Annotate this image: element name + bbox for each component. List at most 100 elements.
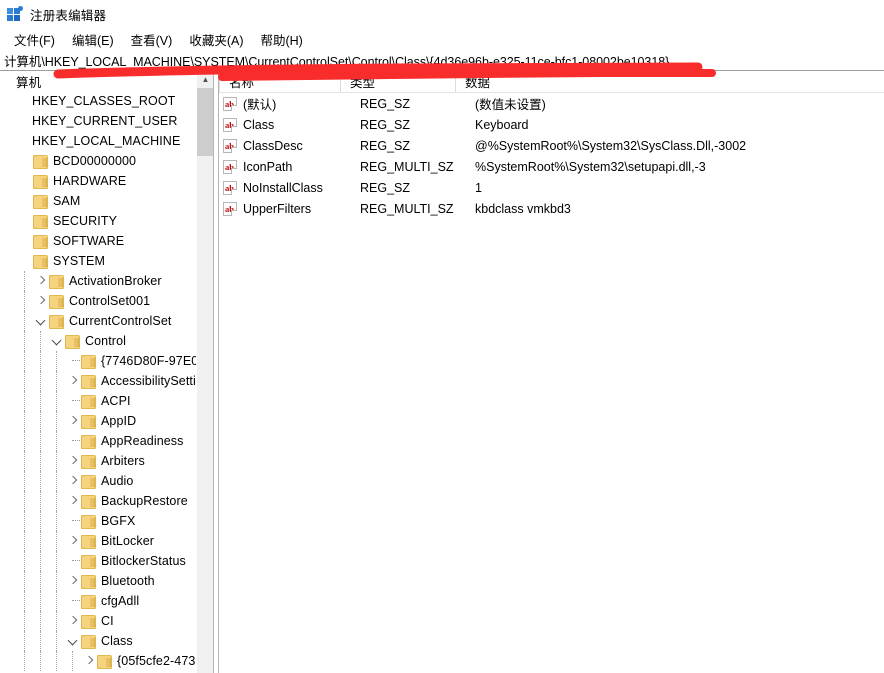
folder-icon bbox=[80, 594, 96, 608]
tree-item[interactable]: SYSTEM bbox=[0, 251, 196, 271]
value-type: REG_SZ bbox=[360, 181, 475, 195]
tree-item[interactable]: HARDWARE bbox=[0, 171, 196, 191]
chevron-right-icon[interactable] bbox=[82, 651, 96, 671]
tree-scrollbar[interactable]: ▲ bbox=[196, 71, 213, 673]
menu-item-favorites[interactable]: 收藏夹(A) bbox=[181, 28, 252, 51]
tree-item[interactable]: 算机 bbox=[0, 71, 196, 91]
column-header-data[interactable]: 数据 bbox=[455, 71, 884, 92]
tree-item[interactable]: BCD00000000 bbox=[0, 151, 196, 171]
folder-icon bbox=[32, 194, 48, 208]
tree-guide-line bbox=[40, 611, 41, 631]
tree-connector-icon bbox=[66, 431, 80, 451]
column-header-type[interactable]: 类型 bbox=[340, 71, 455, 92]
tree-guide-line bbox=[56, 391, 57, 411]
tree-item[interactable]: HKEY_CLASSES_ROOT bbox=[0, 91, 196, 111]
value-list-header: 名称 类型 数据 bbox=[219, 71, 884, 93]
chevron-down-icon[interactable] bbox=[34, 311, 48, 331]
menu-item-view[interactable]: 查看(V) bbox=[123, 28, 182, 51]
value-name: Class bbox=[243, 118, 360, 132]
chevron-right-icon[interactable] bbox=[66, 471, 80, 491]
tree-item[interactable]: CurrentControlSet bbox=[0, 311, 196, 331]
tree-guide-line bbox=[56, 591, 57, 611]
tree-item[interactable]: HKEY_LOCAL_MACHINE bbox=[0, 131, 196, 151]
chevron-right-icon[interactable] bbox=[66, 571, 80, 591]
tree-guide-line bbox=[40, 571, 41, 591]
folder-icon bbox=[64, 334, 80, 348]
value-row[interactable]: ab(默认)REG_SZ(数值未设置) bbox=[219, 93, 884, 114]
tree-connector-icon bbox=[66, 391, 80, 411]
tree-item[interactable]: BitLocker bbox=[0, 531, 196, 551]
chevron-right-icon[interactable] bbox=[66, 611, 80, 631]
tree-guide-line bbox=[56, 571, 57, 591]
folder-icon bbox=[80, 374, 96, 388]
tree-item[interactable]: BitlockerStatus bbox=[0, 551, 196, 571]
tree-item[interactable]: ActivationBroker bbox=[0, 271, 196, 291]
registry-tree[interactable]: 算机HKEY_CLASSES_ROOTHKEY_CURRENT_USERHKEY… bbox=[0, 71, 196, 673]
menu-item-file[interactable]: 文件(F) bbox=[6, 28, 64, 51]
value-name: ClassDesc bbox=[243, 139, 360, 153]
menu-item-help[interactable]: 帮助(H) bbox=[252, 28, 311, 51]
chevron-right-icon[interactable] bbox=[34, 271, 48, 291]
tree-item[interactable]: Class bbox=[0, 631, 196, 651]
chevron-right-icon[interactable] bbox=[66, 371, 80, 391]
tree-item[interactable]: SECURITY bbox=[0, 211, 196, 231]
value-name: IconPath bbox=[243, 160, 360, 174]
tree-item[interactable]: {7746D80F-97E0-4E26 bbox=[0, 351, 196, 371]
tree-item-label: Audio bbox=[101, 474, 133, 488]
menu-item-edit[interactable]: 编辑(E) bbox=[64, 28, 123, 51]
registry-path: 计算机\HKEY_LOCAL_MACHINE\SYSTEM\CurrentCon… bbox=[4, 51, 669, 70]
tree-item[interactable]: SAM bbox=[0, 191, 196, 211]
tree-item[interactable]: HKEY_CURRENT_USER bbox=[0, 111, 196, 131]
address-bar[interactable]: 计算机\HKEY_LOCAL_MACHINE\SYSTEM\CurrentCon… bbox=[0, 50, 884, 71]
tree-connector-icon bbox=[2, 71, 16, 91]
tree-item[interactable]: CI bbox=[0, 611, 196, 631]
title-bar: 注册表编辑器 bbox=[0, 0, 884, 28]
tree-item-label: BCD00000000 bbox=[53, 154, 136, 168]
tree-item[interactable]: ACPI bbox=[0, 391, 196, 411]
tree-item-label: ControlSet001 bbox=[69, 294, 150, 308]
chevron-right-icon[interactable] bbox=[66, 451, 80, 471]
scroll-up-arrow[interactable]: ▲ bbox=[197, 71, 214, 88]
tree-item[interactable]: cfgAdll bbox=[0, 591, 196, 611]
tree-connector-icon bbox=[66, 351, 80, 371]
tree-connector-icon bbox=[18, 231, 32, 251]
value-data: Keyboard bbox=[475, 118, 884, 132]
tree-connector-icon bbox=[66, 551, 80, 571]
tree-item[interactable]: AppID bbox=[0, 411, 196, 431]
tree-item[interactable]: Audio bbox=[0, 471, 196, 491]
tree-guide-line bbox=[56, 411, 57, 431]
chevron-right-icon[interactable] bbox=[34, 291, 48, 311]
chevron-right-icon[interactable] bbox=[66, 531, 80, 551]
chevron-down-icon[interactable] bbox=[66, 631, 80, 651]
chevron-right-icon[interactable] bbox=[66, 411, 80, 431]
tree-guide-line bbox=[24, 371, 25, 391]
column-header-name[interactable]: 名称 bbox=[219, 71, 340, 92]
tree-item[interactable]: {05f5cfe2-4733-495 bbox=[0, 651, 196, 671]
tree-guide-line bbox=[40, 391, 41, 411]
tree-guide-line bbox=[24, 471, 25, 491]
tree-guide-line bbox=[24, 331, 25, 351]
scrollbar-thumb[interactable] bbox=[197, 88, 214, 156]
tree-item[interactable]: SOFTWARE bbox=[0, 231, 196, 251]
value-row[interactable]: abIconPathREG_MULTI_SZ%SystemRoot%\Syste… bbox=[219, 156, 884, 177]
chevron-right-icon[interactable] bbox=[66, 491, 80, 511]
chevron-down-icon[interactable] bbox=[50, 331, 64, 351]
folder-icon bbox=[80, 354, 96, 368]
tree-item[interactable]: BGFX bbox=[0, 511, 196, 531]
tree-item[interactable]: Control bbox=[0, 331, 196, 351]
tree-item[interactable]: BackupRestore bbox=[0, 491, 196, 511]
value-row[interactable]: abClassREG_SZKeyboard bbox=[219, 114, 884, 135]
tree-item[interactable]: AppReadiness bbox=[0, 431, 196, 451]
tree-item[interactable]: Bluetooth bbox=[0, 571, 196, 591]
tree-guide-line bbox=[24, 491, 25, 511]
value-list-body: ab(默认)REG_SZ(数值未设置)abClassREG_SZKeyboard… bbox=[219, 93, 884, 219]
folder-icon bbox=[80, 494, 96, 508]
tree-item-label: AppID bbox=[101, 414, 136, 428]
tree-item[interactable]: AccessibilitySettings bbox=[0, 371, 196, 391]
tree-item[interactable]: ControlSet001 bbox=[0, 291, 196, 311]
folder-icon bbox=[80, 574, 96, 588]
value-row[interactable]: abNoInstallClassREG_SZ1 bbox=[219, 177, 884, 198]
value-row[interactable]: abUpperFiltersREG_MULTI_SZkbdclass vmkbd… bbox=[219, 198, 884, 219]
value-row[interactable]: abClassDescREG_SZ@%SystemRoot%\System32\… bbox=[219, 135, 884, 156]
tree-item[interactable]: Arbiters bbox=[0, 451, 196, 471]
